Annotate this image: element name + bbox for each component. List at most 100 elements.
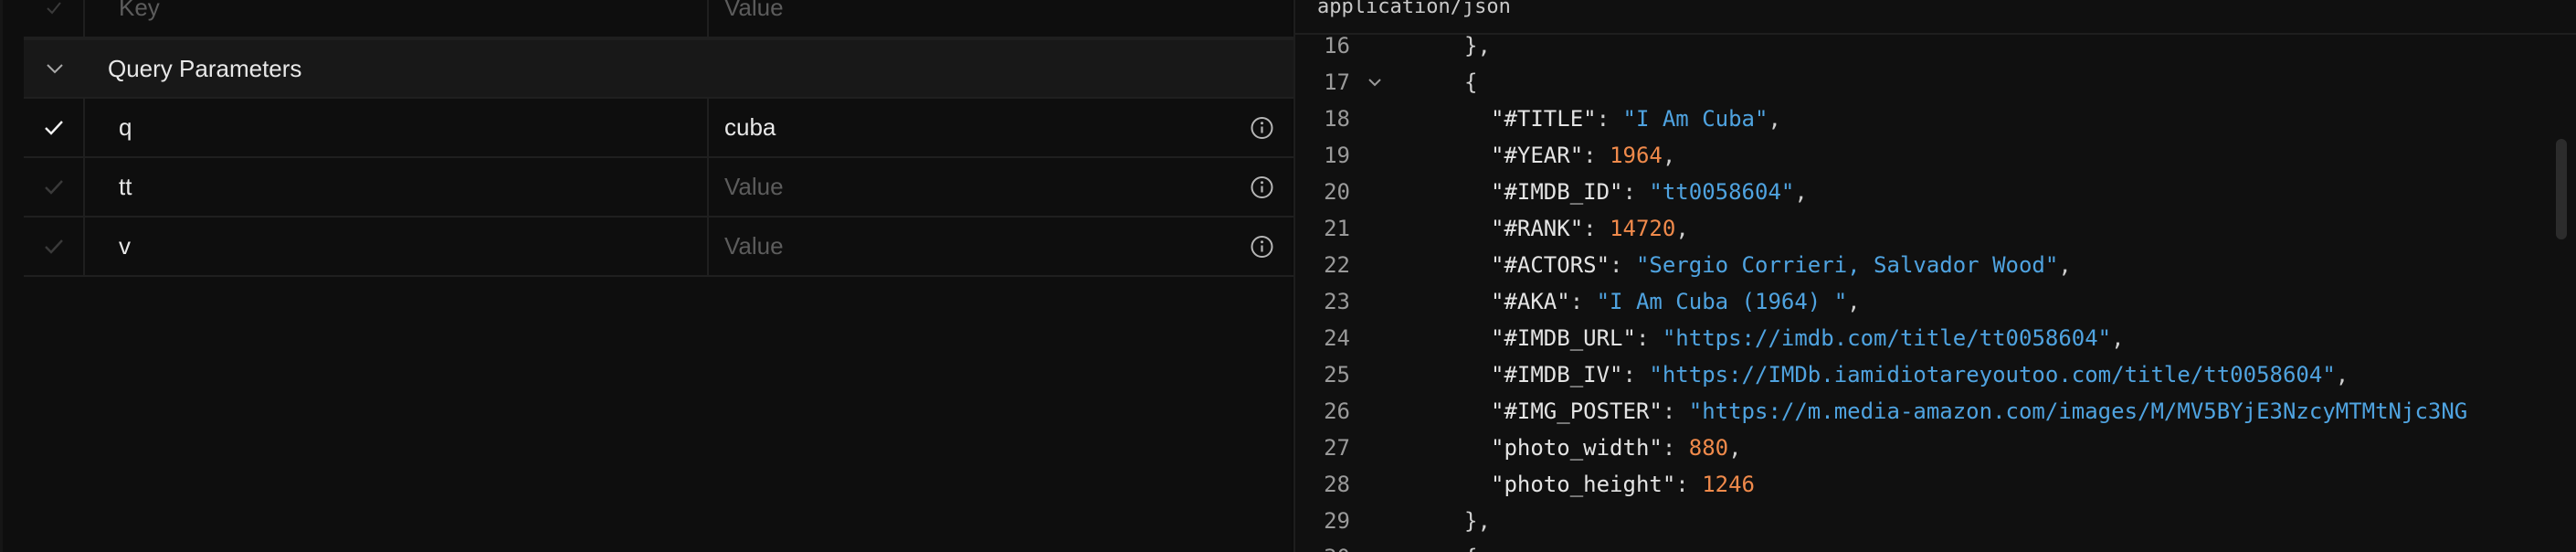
json-punctuation: : <box>1622 362 1650 387</box>
json-key: "#RANK" <box>1491 216 1584 241</box>
json-punctuation: , <box>2111 325 2125 351</box>
line-number: 16 <box>1324 36 1350 58</box>
info-circle-icon[interactable] <box>1250 234 1274 259</box>
check-icon <box>44 239 63 254</box>
json-punctuation: : <box>1622 179 1650 205</box>
section-toggle[interactable] <box>24 62 85 75</box>
chevron-down-icon <box>46 64 63 74</box>
json-string: "tt0058604" <box>1649 179 1795 205</box>
param-row: q cuba <box>24 99 1294 158</box>
code-line: 28 "photo_height": 1246 <box>1295 466 2576 503</box>
json-punctuation: : <box>1569 289 1597 314</box>
line-number: 27 <box>1324 435 1350 461</box>
param-value: cuba <box>724 113 776 141</box>
code-line: 20 "#IMDB_ID": "tt0058604", <box>1295 174 2576 210</box>
param-key: v <box>119 232 131 260</box>
query-params-panel: Key Value Query Parameters q cuba tt Value v… <box>0 0 1294 552</box>
json-number: 880 <box>1688 435 1729 461</box>
param-key-cell[interactable]: q <box>85 99 709 156</box>
json-key: "photo_height" <box>1491 472 1676 497</box>
json-punctuation: }, <box>1464 36 1491 58</box>
param-key: tt <box>119 173 132 200</box>
header-checkbox[interactable] <box>24 0 85 37</box>
param-row: v Value <box>24 218 1294 277</box>
json-string: "I Am Cuba (1964) " <box>1596 289 1848 314</box>
code-line: 30 { <box>1295 539 2576 552</box>
json-key: "#ACTORS" <box>1491 252 1610 278</box>
param-enabled-checkbox[interactable] <box>24 158 85 216</box>
key-header-placeholder[interactable]: Key <box>119 0 160 22</box>
code-line: 26 "#IMG_POSTER": "https://m.media-amazon… <box>1295 393 2576 430</box>
json-string: "https://IMDb.iamidiotareyoutoo.com/titl… <box>1649 362 2336 387</box>
json-key: "#IMDB_IV" <box>1491 362 1623 387</box>
json-punctuation: : <box>1675 472 1703 497</box>
line-number: 30 <box>1295 539 1350 552</box>
json-punctuation: , <box>2058 252 2072 278</box>
code-line: 16}, <box>1295 36 2576 64</box>
query-parameters-section[interactable]: Query Parameters <box>24 38 1294 99</box>
code-line: 27 "photo_width": 880, <box>1295 430 2576 466</box>
param-value-cell[interactable]: cuba <box>709 99 1294 156</box>
json-punctuation: { <box>1464 545 1477 552</box>
json-key: "#TITLE" <box>1491 106 1597 132</box>
code-line: 18 "#TITLE": "I Am Cuba", <box>1295 101 2576 137</box>
json-punctuation: { <box>1464 69 1478 95</box>
info-circle-icon[interactable] <box>1250 115 1274 140</box>
json-string: "https://imdb.com/title/tt0058604" <box>1662 325 2112 351</box>
json-key: "photo_width" <box>1491 435 1663 461</box>
param-enabled-checkbox[interactable] <box>24 99 85 156</box>
fold-chevron-icon[interactable] <box>1367 64 1387 101</box>
check-icon <box>46 1 61 14</box>
line-number: 29 <box>1324 508 1350 534</box>
check-icon <box>44 179 63 195</box>
code-line: 25 "#IMDB_IV": "https://IMDb.iamidiotarey… <box>1295 356 2576 393</box>
param-key: q <box>119 113 132 141</box>
json-punctuation: : <box>1583 143 1610 168</box>
json-punctuation: : <box>1610 252 1636 278</box>
value-header-placeholder[interactable]: Value <box>724 0 784 22</box>
json-punctuation: : <box>1662 398 1689 424</box>
line-number: 19 <box>1324 143 1350 168</box>
code-line: 23 "#AKA": "I Am Cuba (1964) ", <box>1295 283 2576 320</box>
json-key: "#IMDB_ID" <box>1491 179 1623 205</box>
param-key-cell[interactable]: tt <box>85 158 709 216</box>
param-value: Value <box>724 232 784 260</box>
code-line: 17 { <box>1295 64 2576 101</box>
json-punctuation: : <box>1635 325 1663 351</box>
json-punctuation: : <box>1583 216 1610 241</box>
fold-chevron-icon[interactable] <box>1367 539 1387 552</box>
response-panel: application/json 16}, 17 {18 "#TITLE": "I A… <box>1293 0 2576 552</box>
code-line: 19 "#YEAR": 1964, <box>1295 137 2576 174</box>
json-key: "#IMG_POSTER" <box>1491 398 1663 424</box>
section-title: Query Parameters <box>108 54 302 82</box>
json-string: "I Am Cuba" <box>1622 106 1768 132</box>
json-number: 1964 <box>1610 143 1663 168</box>
code-line: 22 "#ACTORS": "Sergio Corrieri, Salvador … <box>1295 247 2576 283</box>
json-key: "#AKA" <box>1491 289 1570 314</box>
line-number: 25 <box>1324 362 1350 387</box>
json-punctuation: , <box>2335 362 2349 387</box>
json-punctuation: : <box>1662 435 1689 461</box>
scrollbar-thumb[interactable] <box>2556 139 2567 239</box>
param-value-cell[interactable]: Value <box>709 158 1294 216</box>
param-enabled-checkbox[interactable] <box>24 218 85 275</box>
json-key: "#YEAR" <box>1491 143 1584 168</box>
json-string: "Sergio Corrieri, Salvador Wood" <box>1635 252 2059 278</box>
param-row: tt Value <box>24 158 1294 218</box>
response-header: application/json <box>1295 0 2576 35</box>
json-punctuation: , <box>1662 143 1676 168</box>
json-punctuation: }, <box>1464 508 1491 534</box>
json-punctuation: , <box>1675 216 1689 241</box>
param-value: Value <box>724 173 784 200</box>
info-circle-icon[interactable] <box>1250 175 1274 199</box>
line-number: 26 <box>1324 398 1350 424</box>
json-string: "https://m.media-amazon.com/images/M/MV5… <box>1688 398 2468 424</box>
line-number: 21 <box>1324 216 1350 241</box>
line-number: 18 <box>1324 106 1350 132</box>
content-type-label: application/json <box>1317 0 1511 18</box>
line-number: 23 <box>1324 289 1350 314</box>
json-punctuation: , <box>1728 435 1742 461</box>
param-value-cell[interactable]: Value <box>709 218 1294 275</box>
param-key-cell[interactable]: v <box>85 218 709 275</box>
response-code-view[interactable]: 16}, 17 {18 "#TITLE": "I Am Cuba", 19 "#YEAR"… <box>1295 36 2576 552</box>
